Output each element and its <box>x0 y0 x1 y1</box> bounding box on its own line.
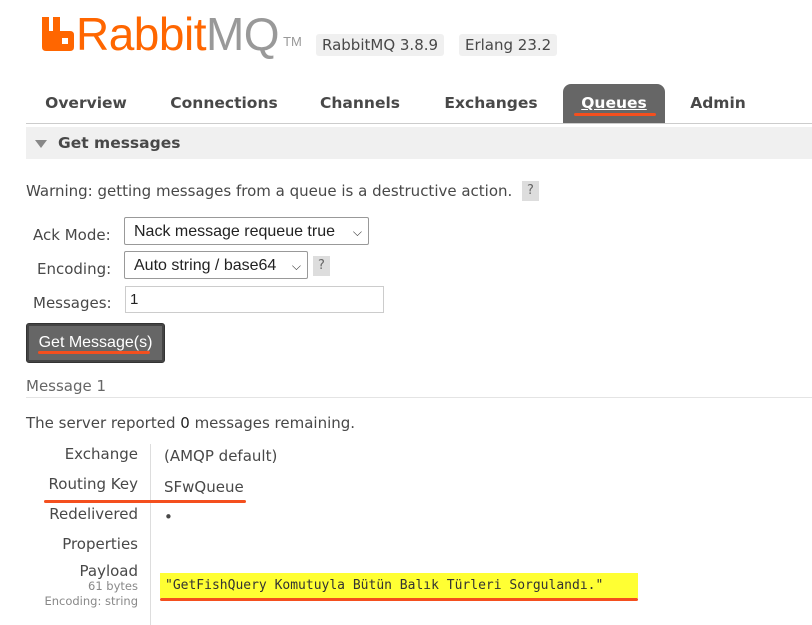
exchange-value: (AMQP default) <box>164 447 278 465</box>
main-nav-tabs: Overview Connections Channels Exchanges … <box>26 84 812 124</box>
tab-label: Exchanges <box>444 94 538 112</box>
warning-help-button[interactable]: ? <box>522 181 539 201</box>
payload-value: "GetFishQuery Komutuyla Bütün Balık Türl… <box>160 573 638 598</box>
routing-key-label: Routing Key <box>48 475 138 493</box>
tab-admin[interactable]: Admin <box>677 84 759 123</box>
get-messages-section-toggle[interactable]: Get messages <box>26 127 812 159</box>
logo-wordmark-mq: MQ <box>205 8 280 60</box>
server-remaining-text: The server reported 0 messages remaining… <box>26 413 355 433</box>
divider <box>26 397 812 398</box>
annotation-underline-routing-key <box>44 500 246 503</box>
messages-label: Messages: <box>33 294 112 312</box>
tab-label: Channels <box>320 94 400 112</box>
annotation-underline-get-button <box>38 351 150 354</box>
redelivered-label: Redelivered <box>49 505 138 523</box>
encoding-label: Encoding: <box>37 260 112 278</box>
ack-mode-select[interactable]: Nack message requeue true ⌵ <box>124 217 369 245</box>
ack-mode-value: Nack message requeue true <box>134 223 335 240</box>
payload-label: Payload <box>79 562 139 580</box>
payload-encoding: Encoding: string <box>44 594 138 608</box>
logo-wordmark-rabbit: Rabbit <box>76 8 206 60</box>
server-prefix: The server reported <box>26 414 181 432</box>
rabbitmq-logo-icon <box>42 17 74 51</box>
routing-key-value: SFwQueue <box>164 478 244 496</box>
section-title: Get messages <box>58 134 181 152</box>
tab-connections[interactable]: Connections <box>162 84 286 123</box>
tab-channels[interactable]: Channels <box>307 84 413 123</box>
get-messages-button[interactable]: Get Message(s) <box>26 323 165 363</box>
payload-size: 61 bytes <box>88 579 138 593</box>
redelivered-value: • <box>164 508 173 526</box>
destructive-warning: Warning: getting messages from a queue i… <box>26 182 513 200</box>
encoding-select[interactable]: Auto string / base64 ⌵ <box>124 251 308 279</box>
message-heading: Message 1 <box>26 377 107 395</box>
annotation-underline-payload <box>160 598 638 601</box>
tab-label: Overview <box>45 94 127 112</box>
triangle-down-icon <box>35 140 47 148</box>
tab-exchanges[interactable]: Exchanges <box>431 84 551 123</box>
chevron-down-icon: ⌵ <box>291 259 301 273</box>
chevron-down-icon: ⌵ <box>352 225 362 239</box>
annotation-underline-queues <box>574 113 656 116</box>
rabbitmq-logo[interactable]: Rabbit MQ TM <box>40 8 302 60</box>
tab-label: Queues <box>581 94 647 112</box>
ack-mode-label: Ack Mode: <box>33 226 111 244</box>
tab-overview[interactable]: Overview <box>26 84 146 123</box>
server-suffix: messages remaining. <box>189 414 356 432</box>
tab-label: Connections <box>170 94 278 112</box>
tab-queues[interactable]: Queues <box>563 84 665 123</box>
encoding-value: Auto string / base64 <box>134 257 277 274</box>
encoding-help-button[interactable]: ? <box>313 256 330 276</box>
messages-count-input[interactable]: 1 <box>125 286 384 313</box>
properties-label: Properties <box>62 535 138 553</box>
erlang-version-badge: Erlang 23.2 <box>459 34 558 56</box>
rabbitmq-version-badge: RabbitMQ 3.8.9 <box>316 34 445 56</box>
tab-label: Admin <box>690 94 746 112</box>
logo-trademark: TM <box>283 34 302 49</box>
properties-table-separator <box>150 444 151 625</box>
exchange-label: Exchange <box>64 445 138 463</box>
remaining-count: 0 <box>180 414 190 432</box>
